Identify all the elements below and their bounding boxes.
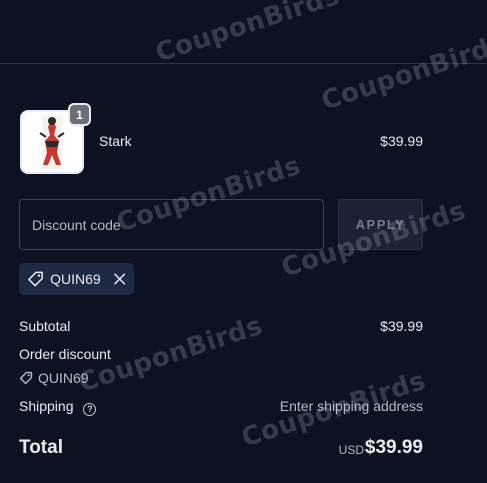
subtotal-value: $39.99 xyxy=(380,318,423,334)
quantity-badge: 1 xyxy=(68,103,91,126)
product-name: Stark xyxy=(99,133,132,149)
total-label: Total xyxy=(19,437,63,458)
order-discount-label: Order discount xyxy=(19,346,111,362)
close-icon[interactable] xyxy=(113,272,126,286)
watermark: CouponBirds xyxy=(152,0,344,69)
product-art-icon xyxy=(39,115,65,169)
shipping-label-row: Shipping ? xyxy=(19,398,97,416)
checkout-summary: 1 Stark $39.99 APPLY QUIN69 Subtotal $39… xyxy=(0,0,487,483)
total-value: $39.99 xyxy=(364,437,423,458)
watermark: CouponBirds xyxy=(318,28,487,117)
product-thumbnail: 1 xyxy=(20,103,91,174)
product-price: $39.99 xyxy=(380,133,423,149)
applied-discount-code: QUIN69 xyxy=(50,271,101,287)
shipping-label: Shipping xyxy=(19,398,74,414)
applied-discount-chip: QUIN69 xyxy=(19,263,134,295)
subtotal-label: Subtotal xyxy=(19,318,71,334)
tag-icon xyxy=(28,271,43,287)
total-currency: USD xyxy=(338,443,364,457)
tag-icon xyxy=(19,371,33,385)
help-icon[interactable]: ? xyxy=(83,402,97,416)
